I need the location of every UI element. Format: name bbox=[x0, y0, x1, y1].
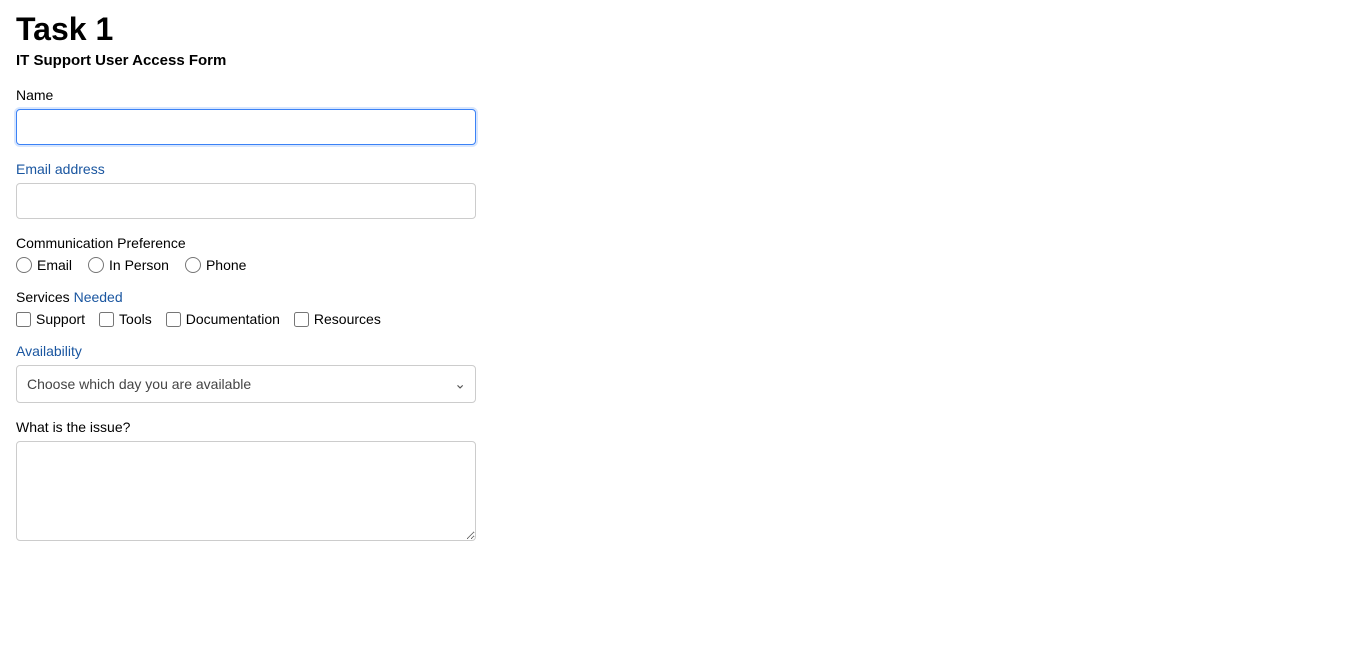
radio-email[interactable]: Email bbox=[16, 257, 72, 273]
availability-select[interactable]: Choose which day you are available Monda… bbox=[16, 365, 476, 403]
services-field-group: Services Needed Support Tools Documentat… bbox=[16, 289, 464, 327]
name-label: Name bbox=[16, 87, 464, 103]
availability-label: Availability bbox=[16, 343, 464, 359]
availability-field-group: Availability Choose which day you are av… bbox=[16, 343, 464, 403]
checkbox-tools[interactable]: Tools bbox=[99, 311, 152, 327]
communication-field-group: Communication Preference Email In Person… bbox=[16, 235, 464, 273]
radio-in-person-input[interactable] bbox=[88, 257, 104, 273]
checkbox-support-input[interactable] bbox=[16, 312, 31, 327]
email-input[interactable] bbox=[16, 183, 476, 219]
checkbox-documentation[interactable]: Documentation bbox=[166, 311, 280, 327]
checkbox-support-label: Support bbox=[36, 311, 85, 327]
communication-label: Communication Preference bbox=[16, 235, 464, 251]
radio-phone-input[interactable] bbox=[185, 257, 201, 273]
needed-word: Needed bbox=[74, 289, 123, 305]
issue-label: What is the issue? bbox=[16, 419, 464, 435]
services-label: Services Needed bbox=[16, 289, 464, 305]
radio-email-input[interactable] bbox=[16, 257, 32, 273]
radio-email-label: Email bbox=[37, 257, 72, 273]
communication-radio-group: Email In Person Phone bbox=[16, 257, 464, 273]
issue-textarea[interactable] bbox=[16, 441, 476, 541]
radio-phone[interactable]: Phone bbox=[185, 257, 246, 273]
form-container: Task 1 IT Support User Access Form Name … bbox=[0, 0, 480, 572]
radio-in-person-label: In Person bbox=[109, 257, 169, 273]
checkbox-documentation-input[interactable] bbox=[166, 312, 181, 327]
radio-in-person[interactable]: In Person bbox=[88, 257, 169, 273]
name-field-group: Name bbox=[16, 87, 464, 145]
email-field-group: Email address bbox=[16, 161, 464, 219]
checkbox-resources[interactable]: Resources bbox=[294, 311, 381, 327]
task-title: Task 1 bbox=[16, 10, 464, 48]
radio-phone-label: Phone bbox=[206, 257, 246, 273]
services-checkbox-group: Support Tools Documentation Resources bbox=[16, 311, 464, 327]
name-input[interactable] bbox=[16, 109, 476, 145]
checkbox-documentation-label: Documentation bbox=[186, 311, 280, 327]
email-label: Email address bbox=[16, 161, 464, 177]
form-subtitle: IT Support User Access Form bbox=[16, 52, 464, 69]
services-word: Services bbox=[16, 289, 74, 305]
availability-dropdown-wrapper: Choose which day you are available Monda… bbox=[16, 365, 476, 403]
checkbox-tools-label: Tools bbox=[119, 311, 152, 327]
checkbox-resources-input[interactable] bbox=[294, 312, 309, 327]
issue-field-group: What is the issue? bbox=[16, 419, 464, 546]
checkbox-support[interactable]: Support bbox=[16, 311, 85, 327]
checkbox-resources-label: Resources bbox=[314, 311, 381, 327]
checkbox-tools-input[interactable] bbox=[99, 312, 114, 327]
